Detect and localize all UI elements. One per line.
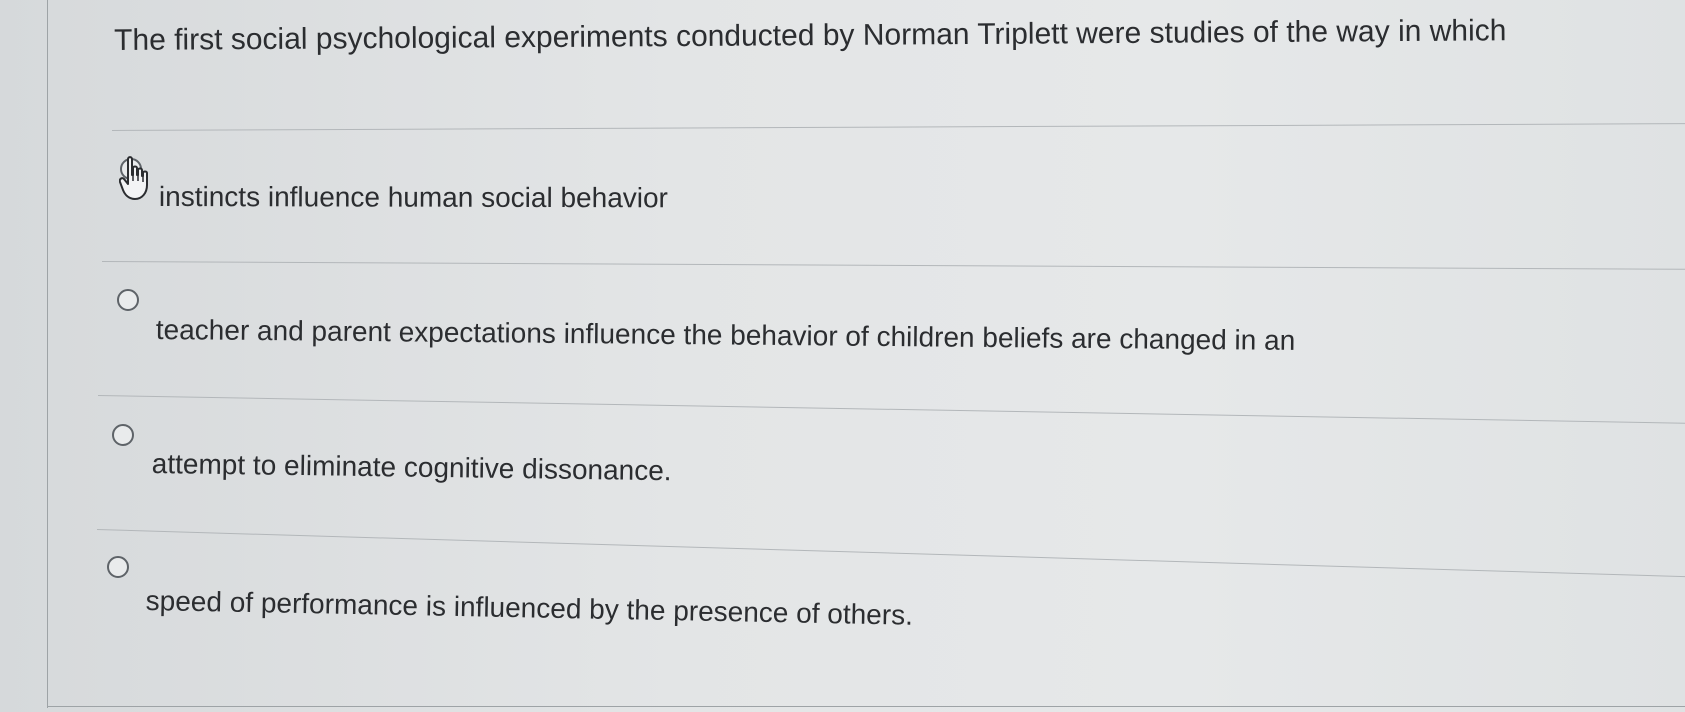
option-1-label[interactable]: instincts influence human social behavio… (159, 181, 668, 214)
divider (111, 123, 1685, 131)
question-text: The first social psychological experimen… (114, 14, 1507, 57)
divider (96, 529, 1685, 578)
hand-pointer-icon (119, 156, 148, 200)
option-4-label[interactable]: speed of performance is influenced by th… (145, 585, 913, 632)
option-3-label[interactable]: attempt to eliminate cognitive dissonanc… (152, 448, 672, 487)
divider (101, 261, 1685, 270)
option-4-radio[interactable] (107, 556, 129, 578)
option-2-label[interactable]: teacher and parent expectations influenc… (156, 314, 1296, 357)
quiz-screen: The first social psychological experimen… (0, 0, 1685, 712)
panel-bottom-border (47, 706, 1685, 707)
divider (97, 395, 1685, 424)
panel-left-border (47, 0, 48, 708)
option-2-radio[interactable] (117, 289, 139, 311)
option-3-radio[interactable] (112, 424, 134, 446)
